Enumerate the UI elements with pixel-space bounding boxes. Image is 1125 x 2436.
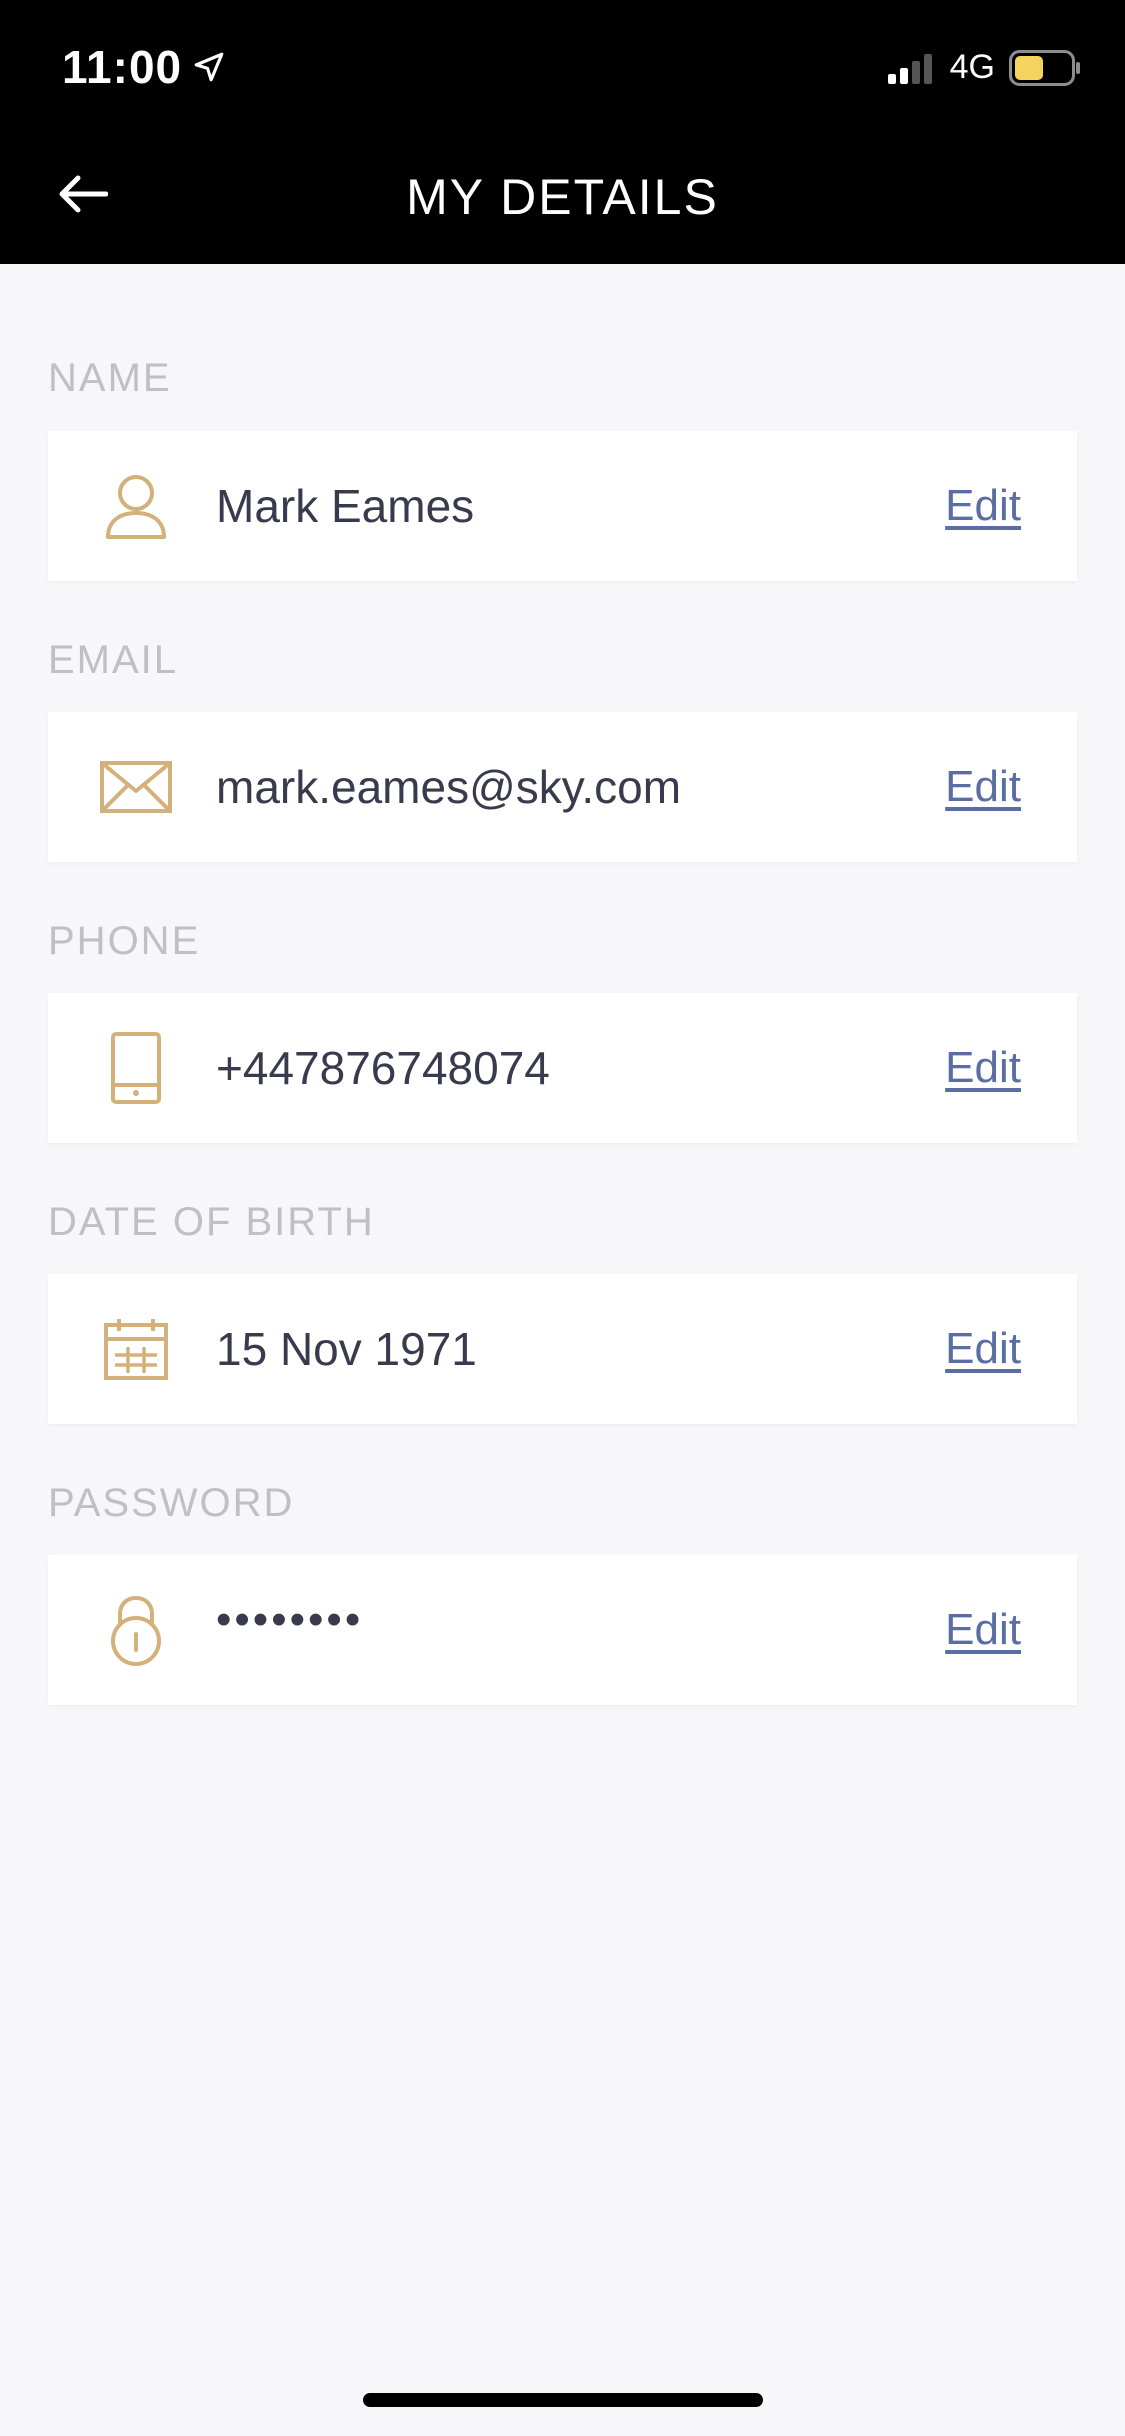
edit-dob-button[interactable]: Edit xyxy=(945,1274,1021,1424)
email-row: mark.eames@sky.com Edit xyxy=(48,712,1077,862)
person-icon xyxy=(96,466,176,546)
edit-name-button[interactable]: Edit xyxy=(945,431,1021,581)
edit-password-button[interactable]: Edit xyxy=(945,1555,1021,1705)
phone-value: +447876748074 xyxy=(216,1042,550,1094)
phone-icon xyxy=(96,1028,176,1108)
calendar-icon xyxy=(96,1309,176,1389)
email-value: mark.eames@sky.com xyxy=(216,761,682,813)
page-title: MY DETAILS xyxy=(406,169,719,225)
edit-email-button[interactable]: Edit xyxy=(945,712,1021,862)
battery-icon xyxy=(1009,49,1080,86)
name-row: Mark Eames Edit xyxy=(48,431,1077,581)
dob-row: 15 Nov 1971 Edit xyxy=(48,1274,1077,1424)
home-indicator[interactable] xyxy=(363,2393,763,2407)
password-value: •••••••• xyxy=(216,1595,364,1644)
network-label: 4G xyxy=(949,48,995,86)
name-value: Mark Eames xyxy=(216,480,475,532)
header-bar: 11:00 4G MY DETAILS xyxy=(0,0,1125,264)
signal-icon xyxy=(887,53,932,84)
password-row: •••••••• Edit xyxy=(48,1555,1077,1705)
envelope-icon xyxy=(96,747,176,827)
status-time-text: 11:00 xyxy=(62,41,183,93)
dob-value: 15 Nov 1971 xyxy=(216,1323,477,1375)
section-label-dob: DATE OF BIRTH xyxy=(48,1200,375,1244)
lock-icon xyxy=(96,1590,176,1670)
section-label-phone: PHONE xyxy=(48,919,201,963)
phone-row: +447876748074 Edit xyxy=(48,993,1077,1143)
section-label-name: NAME xyxy=(48,356,172,400)
section-label-email: EMAIL xyxy=(48,638,179,682)
status-time: 11:00 xyxy=(62,40,226,94)
status-indicators: 4G xyxy=(886,48,1081,87)
location-arrow-icon xyxy=(194,52,224,82)
edit-phone-button[interactable]: Edit xyxy=(945,993,1021,1143)
section-label-password: PASSWORD xyxy=(48,1481,295,1525)
